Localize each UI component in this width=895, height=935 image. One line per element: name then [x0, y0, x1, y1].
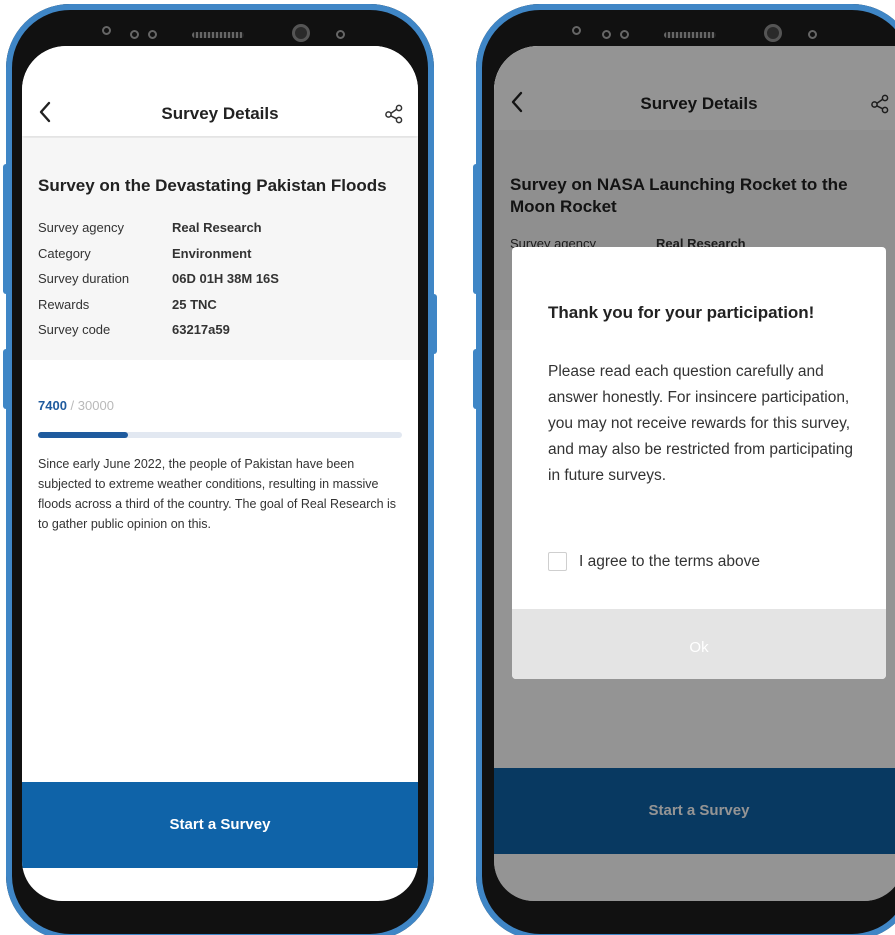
earpiece-speaker — [192, 32, 244, 38]
left-volume-button — [3, 164, 10, 294]
detail-value: 25 TNC — [172, 297, 217, 312]
sensor-dot — [130, 30, 139, 39]
app-header: Survey Details — [22, 46, 418, 136]
detail-label: Survey agency — [38, 220, 124, 235]
detail-label: Survey duration — [38, 271, 130, 286]
left-power-button — [3, 349, 10, 409]
sensor-dot — [572, 26, 581, 35]
agree-terms-option[interactable]: I agree to the terms above — [548, 552, 760, 571]
right-phone-frame: Survey Details Survey on NASA Launching … — [473, 4, 895, 935]
sensor-dot — [808, 30, 817, 39]
detail-label: Rewards — [38, 297, 90, 312]
survey-description: Since early June 2022, the people of Pak… — [38, 457, 397, 531]
participant-counter: 7400 / 30000 — [38, 398, 114, 413]
share-icon[interactable] — [384, 104, 404, 124]
right-power-button — [473, 349, 480, 409]
page-title: Survey Details — [161, 104, 279, 123]
participant-count: 7400 — [38, 398, 67, 413]
detail-value: Environment — [172, 246, 252, 261]
detail-row: Category Environment — [38, 246, 251, 261]
left-phone-frame: Survey Details Survey on the Devastating… — [3, 4, 437, 935]
survey-info-panel: Survey on the Devastating Pakistan Flood… — [22, 138, 418, 360]
front-camera-icon — [764, 24, 782, 42]
left-side-button — [430, 294, 437, 354]
dialog-message: Please read each question carefully and … — [548, 363, 853, 484]
earpiece-speaker — [664, 32, 716, 38]
detail-row: Survey code 63217a59 — [38, 322, 230, 337]
agree-checkbox[interactable] — [548, 552, 567, 571]
agree-checkbox-label: I agree to the terms above — [579, 552, 760, 570]
detail-row: Rewards 25 TNC — [38, 297, 217, 312]
detail-value: Real Research — [172, 220, 262, 235]
detail-label: Survey code — [38, 322, 111, 337]
detail-row: Survey agency Real Research — [38, 220, 262, 235]
left-screen: Survey Details Survey on the Devastating… — [22, 46, 418, 901]
sensor-dot — [336, 30, 345, 39]
detail-label: Category — [38, 246, 91, 261]
start-survey-button[interactable]: Start a Survey — [22, 782, 418, 868]
right-screen: Survey Details Survey on NASA Launching … — [494, 46, 895, 901]
participation-dialog: Thank you for your participation! Please… — [512, 247, 886, 679]
right-volume-button — [473, 164, 480, 294]
detail-value: 63217a59 — [172, 322, 230, 337]
front-camera-icon — [292, 24, 310, 42]
detail-value: 06D 01H 38M 16S — [172, 271, 279, 286]
ok-button[interactable]: Ok — [512, 609, 886, 679]
sensor-dot — [148, 30, 157, 39]
dialog-title: Thank you for your participation! — [548, 303, 815, 322]
detail-row: Survey duration 06D 01H 38M 16S — [38, 271, 279, 286]
sensor-dot — [602, 30, 611, 39]
progress-bar — [38, 432, 402, 438]
participant-target: / 30000 — [70, 398, 114, 413]
progress-bar-fill — [38, 432, 128, 438]
survey-title: Survey on the Devastating Pakistan Flood… — [38, 176, 387, 195]
sensor-dot — [620, 30, 629, 39]
sensor-dot — [102, 26, 111, 35]
